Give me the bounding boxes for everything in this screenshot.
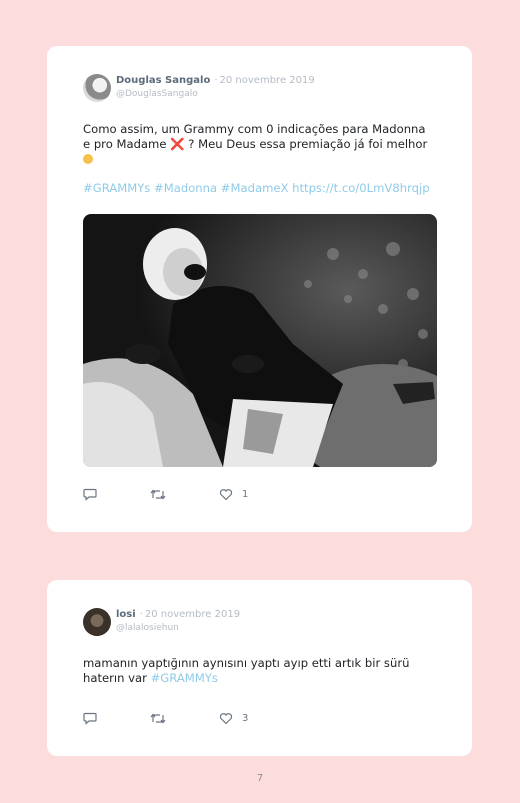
retweet-icon	[150, 489, 166, 500]
black-and-white-photo-icon	[83, 214, 437, 467]
relieved-face-icon	[83, 154, 93, 164]
tweet-card: losi · 20 novembre 2019 @lalalosiehun mama…	[47, 580, 472, 756]
reply-icon	[83, 712, 97, 725]
tweet-text-fragment: ? Meu Deus essa premiação já foi melhor	[184, 137, 428, 151]
author-line: Douglas Sangalo · 20 novembre 2019	[116, 75, 315, 86]
reply-icon	[83, 488, 97, 501]
tweet-text-line: Como assim, um Grammy com 0 indicações p…	[83, 122, 426, 136]
author-name[interactable]: losi	[116, 609, 136, 620]
cross-mark-emoji: ❌	[170, 137, 185, 151]
like-count: 1	[242, 489, 249, 500]
author-name[interactable]: Douglas Sangalo	[116, 75, 210, 86]
page-number: 7	[256, 773, 264, 784]
tweet-text-line: e pro Madame ❌ ? Meu Deus essa premiação…	[83, 137, 443, 152]
tweet-text-line: mamanın yaptığının aynısını yaptı ayıp e…	[83, 656, 410, 670]
tweet-actions: 1	[83, 488, 283, 504]
retweet-button[interactable]	[150, 488, 166, 501]
tweet-text-fragment: e pro Madame	[83, 137, 171, 151]
tweet-actions: 3	[83, 712, 283, 728]
author-handle[interactable]: @lalalosiehun	[116, 623, 179, 633]
like-button[interactable]: 3	[219, 712, 248, 725]
reply-button[interactable]	[83, 488, 97, 501]
relieved-face-emoji	[83, 152, 443, 167]
like-button[interactable]: 1	[219, 488, 248, 501]
retweet-icon	[150, 713, 166, 724]
reply-button[interactable]	[83, 712, 97, 725]
tweet-text: Como assim, um Grammy com 0 indicações p…	[83, 122, 443, 167]
hashtag-link[interactable]: #GRAMMYs	[151, 671, 218, 685]
tweet-date[interactable]: 20 novembre 2019	[145, 609, 240, 620]
author-line: losi · 20 novembre 2019	[116, 609, 240, 620]
tweet-photo[interactable]	[83, 214, 437, 467]
avatar[interactable]	[83, 74, 111, 102]
avatar[interactable]	[83, 608, 111, 636]
tweet-date[interactable]: 20 novembre 2019	[220, 75, 315, 86]
heart-icon	[219, 713, 233, 725]
like-count: 3	[242, 713, 249, 724]
retweet-button[interactable]	[150, 712, 166, 725]
tweet-text-line: haterın var #GRAMMYs	[83, 671, 443, 686]
tweet-text: mamanın yaptığının aynısını yaptı ayıp e…	[83, 656, 443, 686]
author-handle[interactable]: @DouglasSangalo	[116, 89, 198, 99]
tweet-card: Douglas Sangalo · 20 novembre 2019 @Dougla…	[47, 46, 472, 532]
tweet-hashtags[interactable]: #GRAMMYs #Madonna #MadameX https://t.co/…	[83, 181, 430, 195]
tweet-text-fragment: haterın var	[83, 671, 151, 685]
separator: ·	[214, 75, 218, 86]
separator: ·	[139, 609, 143, 620]
heart-icon	[219, 489, 233, 501]
